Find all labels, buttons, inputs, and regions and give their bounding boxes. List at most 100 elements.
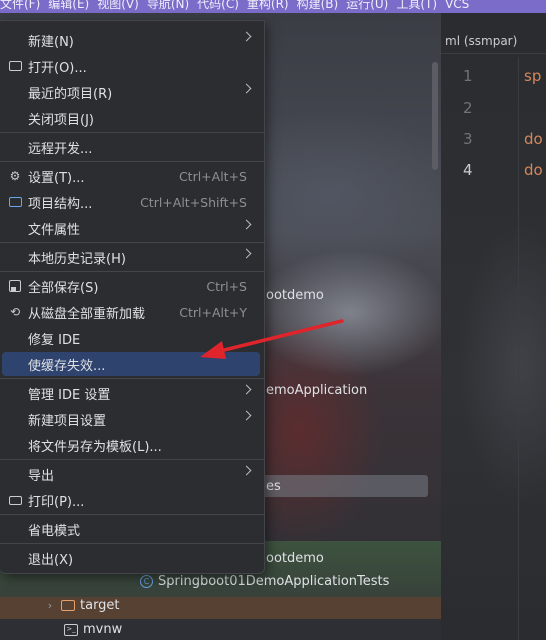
chevron-right-icon (241, 219, 252, 230)
menu-item-open[interactable]: 打开(O)... (0, 54, 264, 78)
menubar-item-navigate[interactable]: 导航(N) (147, 0, 189, 11)
menu-item-shortcut: Ctrl+Alt+S (178, 168, 247, 184)
chevron-right-icon (241, 83, 252, 94)
menu-item-shortcut: Ctrl+S (206, 278, 247, 294)
folder-icon (8, 59, 22, 73)
editor-area: ml (ssmpar) 1 2 3 4 sp do do (441, 13, 546, 640)
project-scrollbar[interactable] (432, 62, 438, 170)
reload-icon: ⟲ (9, 305, 21, 319)
tree-item-application-class[interactable]: emoApplication (266, 383, 367, 398)
menubar-item-code[interactable]: 代码(C) (197, 0, 239, 11)
menu-item-label: 本地历史记录(H) (28, 251, 126, 267)
menu-item-manage-ide-settings[interactable]: 管理 IDE 设置 (0, 381, 264, 405)
menu-item-label: 使缓存失效... (28, 358, 106, 374)
menu-item-new-project-settings[interactable]: 新建项目设置 (0, 407, 264, 431)
menubar-item-vcs[interactable]: VCS (445, 0, 469, 11)
menu-separator (0, 271, 264, 272)
tree-item-test-class[interactable]: C Springboot01DemoApplicationTests (140, 574, 389, 589)
print-icon (8, 493, 22, 507)
menu-separator (0, 161, 264, 162)
menu-separator (0, 378, 264, 379)
menu-item-remote-development[interactable]: 远程开发... (0, 135, 264, 159)
menu-item-label: 修复 IDE (28, 332, 81, 348)
menubar-item-tools[interactable]: 工具(T) (396, 0, 437, 11)
menu-item-label: 关闭项目(J) (28, 112, 94, 128)
tree-item-package-2[interactable]: ootdemo (266, 551, 324, 566)
menu-item-label: 省电模式 (28, 523, 81, 539)
menubar-item-view[interactable]: 视图(V) (97, 0, 139, 11)
tree-item-label: mvnw (83, 622, 123, 637)
folder-icon (61, 600, 75, 611)
chevron-right-icon (241, 31, 252, 42)
menu-separator (0, 242, 264, 243)
main-menubar: 文件(F) 编辑(E) 视图(V) 导航(N) 代码(C) 重构(R) 构建(B… (0, 0, 546, 13)
menu-item-label: 导出 (28, 468, 55, 484)
menu-separator (0, 514, 264, 515)
tree-item-package-1[interactable]: ootdemo (266, 288, 324, 303)
menubar-item-refactor[interactable]: 重构(R) (247, 0, 289, 11)
menu-item-shortcut: Ctrl+Alt+Shift+S (140, 194, 247, 210)
menu-item-recent-projects[interactable]: 最近的项目(R) (0, 80, 264, 104)
menu-item-repair-ide[interactable]: 修复 IDE (0, 326, 264, 350)
menu-item-project-structure[interactable]: 项目结构... Ctrl+Alt+Shift+S (0, 190, 264, 214)
menu-item-exit[interactable]: 退出(X) (0, 546, 264, 570)
code-line[interactable]: do (524, 130, 543, 148)
menu-item-label: 全部保存(S) (28, 280, 99, 296)
gear-icon: ⚙ (9, 169, 21, 183)
chevron-right-icon (241, 410, 252, 421)
tree-item-mvnw[interactable]: >_ mvnw (64, 622, 122, 637)
menu-separator (0, 459, 264, 460)
menu-item-label: 管理 IDE 设置 (28, 387, 111, 403)
code-line[interactable]: sp (524, 67, 541, 85)
menu-item-label: 文件属性 (28, 222, 81, 238)
menu-item-label: 设置(T)... (28, 170, 85, 186)
menubar-item-build[interactable]: 构建(B) (297, 0, 339, 11)
project-structure-icon (8, 195, 22, 209)
menu-item-export[interactable]: 导出 (0, 462, 264, 486)
chevron-right-icon (241, 465, 252, 476)
tree-item-target-folder[interactable]: › target (44, 598, 120, 613)
save-icon (8, 279, 22, 293)
menu-item-close-project[interactable]: 关闭项目(J) (0, 106, 264, 130)
line-number: 2 (463, 99, 473, 117)
menu-item-label: 新建(N) (28, 34, 74, 50)
menu-item-label: 远程开发... (28, 141, 93, 157)
code-line[interactable]: do (524, 161, 543, 179)
menubar-item-file[interactable]: 文件(F) (0, 0, 40, 11)
menu-item-label: 退出(X) (28, 552, 74, 568)
menu-item-reload-all-from-disk[interactable]: ⟲ 从磁盘全部重新加载 Ctrl+Alt+Y (0, 300, 264, 324)
menu-item-save-as-template[interactable]: 将文件另存为模板(L)... (0, 433, 264, 457)
menu-item-new[interactable]: 新建(N) (0, 28, 264, 52)
menu-item-label: 打印(P)... (28, 494, 85, 510)
editor-gutter (441, 57, 519, 640)
file-menu-popup: 新建(N) 打开(O)... 最近的项目(R) 关闭项目(J) 远程开发... … (0, 20, 265, 574)
menu-item-label: 项目结构... (28, 196, 93, 212)
menu-item-power-save-mode[interactable]: 省电模式 (0, 517, 264, 541)
menu-item-label: 从磁盘全部重新加载 (28, 306, 146, 322)
tree-item-label: Springboot01DemoApplicationTests (158, 574, 390, 589)
menu-item-save-all[interactable]: 全部保存(S) Ctrl+S (0, 274, 264, 298)
chevron-right-icon[interactable]: › (44, 599, 56, 612)
tree-item-resources[interactable]: es (266, 479, 281, 494)
menu-item-label: 将文件另存为模板(L)... (28, 439, 162, 455)
menu-item-shortcut: Ctrl+Alt+Y (179, 304, 247, 320)
chevron-right-icon (241, 248, 252, 259)
menu-item-invalidate-caches[interactable]: 使缓存失效... (0, 352, 264, 376)
menu-item-label: 打开(O)... (28, 60, 87, 76)
class-icon: C (140, 575, 153, 588)
line-number: 3 (463, 130, 473, 148)
line-number: 1 (463, 67, 473, 85)
menu-item-file-properties[interactable]: 文件属性 (0, 216, 264, 240)
tree-item-label: target (80, 598, 120, 613)
menu-item-settings[interactable]: ⚙ 设置(T)... Ctrl+Alt+S (0, 164, 264, 188)
menu-item-print[interactable]: 打印(P)... (0, 488, 264, 512)
menu-separator (0, 543, 264, 544)
menu-separator (0, 132, 264, 133)
editor-tab[interactable]: ml (ssmpar) (441, 28, 546, 54)
menu-item-local-history[interactable]: 本地历史记录(H) (0, 245, 264, 269)
chevron-right-icon (241, 384, 252, 395)
menubar-item-run[interactable]: 运行(U) (346, 0, 388, 11)
line-number: 4 (463, 161, 473, 179)
menubar-item-edit[interactable]: 编辑(E) (48, 0, 89, 11)
tree-highlight-strip (262, 475, 428, 497)
